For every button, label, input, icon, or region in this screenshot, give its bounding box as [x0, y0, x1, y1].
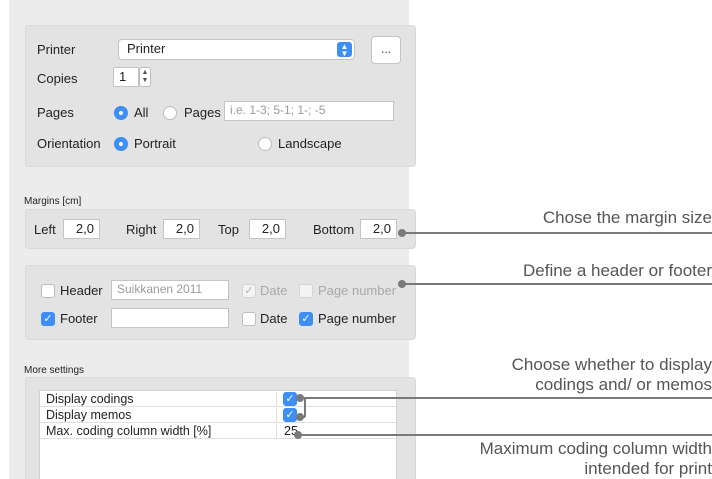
footer-text-input[interactable] [111, 308, 229, 328]
memos-callout-line-h [300, 416, 305, 418]
more-settings-section-label: More settings [24, 365, 85, 376]
margin-callout-line [402, 232, 712, 234]
copies-input[interactable]: 1 [113, 67, 139, 87]
pages-range-radio[interactable] [163, 106, 177, 120]
margin-bottom-input[interactable]: 2,0 [360, 219, 397, 239]
display-codings-checkbox[interactable]: ✓ [283, 392, 297, 406]
pages-range-label: Pages [184, 105, 221, 120]
display-annotation-line2: codings and/ or memos [535, 375, 712, 394]
table-row: Display codings ✓ [40, 392, 396, 407]
printer-select[interactable]: Printer ▲ ▼ [118, 39, 355, 60]
setting-label: Max. coding column width [%] [46, 424, 212, 438]
setting-label: Display codings [46, 392, 134, 406]
footer-label: Footer [60, 311, 98, 326]
margin-annotation: Chose the margin size [542, 208, 712, 227]
display-annotation-line1: Choose whether to display [511, 355, 712, 374]
margin-bottom-label: Bottom [313, 222, 355, 237]
footer-page-number-checkbox[interactable]: ✓ [299, 312, 313, 326]
header-page-number-checkbox[interactable] [299, 284, 313, 298]
margin-right-label: Right [126, 222, 157, 237]
copies-label: Copies [37, 71, 78, 86]
print-settings-panel: Printer Printer ▲ ▼ ... Copies 1 ▲ ▼ Pages… [9, 0, 416, 479]
codings-callout-line [300, 397, 712, 399]
max-width-annotation-line2: intended for print [584, 459, 712, 478]
footer-page-number-label: Page number [318, 311, 397, 326]
margin-top-input[interactable]: 2,0 [249, 219, 286, 239]
memos-callout-line-v [304, 397, 306, 417]
pages-all-label: All [134, 105, 149, 120]
footer-checkbox[interactable]: ✓ [41, 312, 55, 326]
header-annotation: Define a header or footer [522, 261, 712, 280]
footer-date-label: Date [260, 311, 288, 326]
table-row: Display memos ✓ [40, 408, 396, 423]
margin-right-input[interactable]: 2,0 [163, 219, 200, 239]
margin-left-label: Left [34, 222, 56, 237]
pages-range-input[interactable]: i.e. 1-3; 5-1; 1-; -5 [224, 101, 394, 121]
width-callout-line [298, 434, 712, 436]
pages-label: Pages [37, 105, 74, 120]
header-checkbox[interactable] [41, 284, 55, 298]
portrait-radio[interactable] [114, 137, 128, 151]
select-arrows-icon: ▲ ▼ [337, 42, 352, 58]
printer-more-button[interactable]: ... [371, 36, 401, 64]
header-label: Header [60, 283, 103, 298]
footer-date-checkbox[interactable] [242, 312, 256, 326]
setting-label: Display memos [46, 408, 132, 422]
margin-top-label: Top [218, 222, 239, 237]
header-date-checkbox[interactable]: ✓ [242, 284, 256, 298]
printer-select-value: Printer [127, 41, 166, 56]
margins-group: Left 2,0 Right 2,0 Top 2,0 Bottom 2,0 [25, 209, 416, 249]
more-settings-group: Display codings ✓ Display memos ✓ Max. c… [25, 377, 416, 479]
orientation-label: Orientation [37, 136, 101, 151]
table-row: Max. coding column width [%] 25 [40, 424, 396, 439]
printer-label: Printer [37, 42, 76, 57]
header-page-number-label: Page number [318, 283, 397, 298]
column-divider [276, 424, 277, 439]
printer-group: Printer Printer ▲ ▼ ... Copies 1 ▲ ▼ Pages… [25, 25, 416, 167]
header-footer-group: Header Suikkanen 2011 ✓ Date Page number… [25, 265, 416, 340]
column-divider [276, 392, 277, 407]
header-date-label: Date [260, 283, 288, 298]
copies-stepper[interactable]: ▲ ▼ [139, 67, 151, 87]
portrait-label: Portrait [134, 136, 176, 151]
pages-all-radio[interactable] [114, 106, 128, 120]
header-callout-line [402, 283, 712, 285]
header-text-input[interactable]: Suikkanen 2011 [111, 280, 229, 300]
landscape-radio[interactable] [258, 137, 272, 151]
margin-left-input[interactable]: 2,0 [63, 219, 100, 239]
max-width-annotation-line1: Maximum coding column width [479, 439, 712, 458]
landscape-label: Landscape [278, 136, 342, 151]
margins-section-label: Margins [cm] [24, 196, 82, 207]
display-memos-checkbox[interactable]: ✓ [283, 408, 297, 422]
column-divider [276, 408, 277, 423]
